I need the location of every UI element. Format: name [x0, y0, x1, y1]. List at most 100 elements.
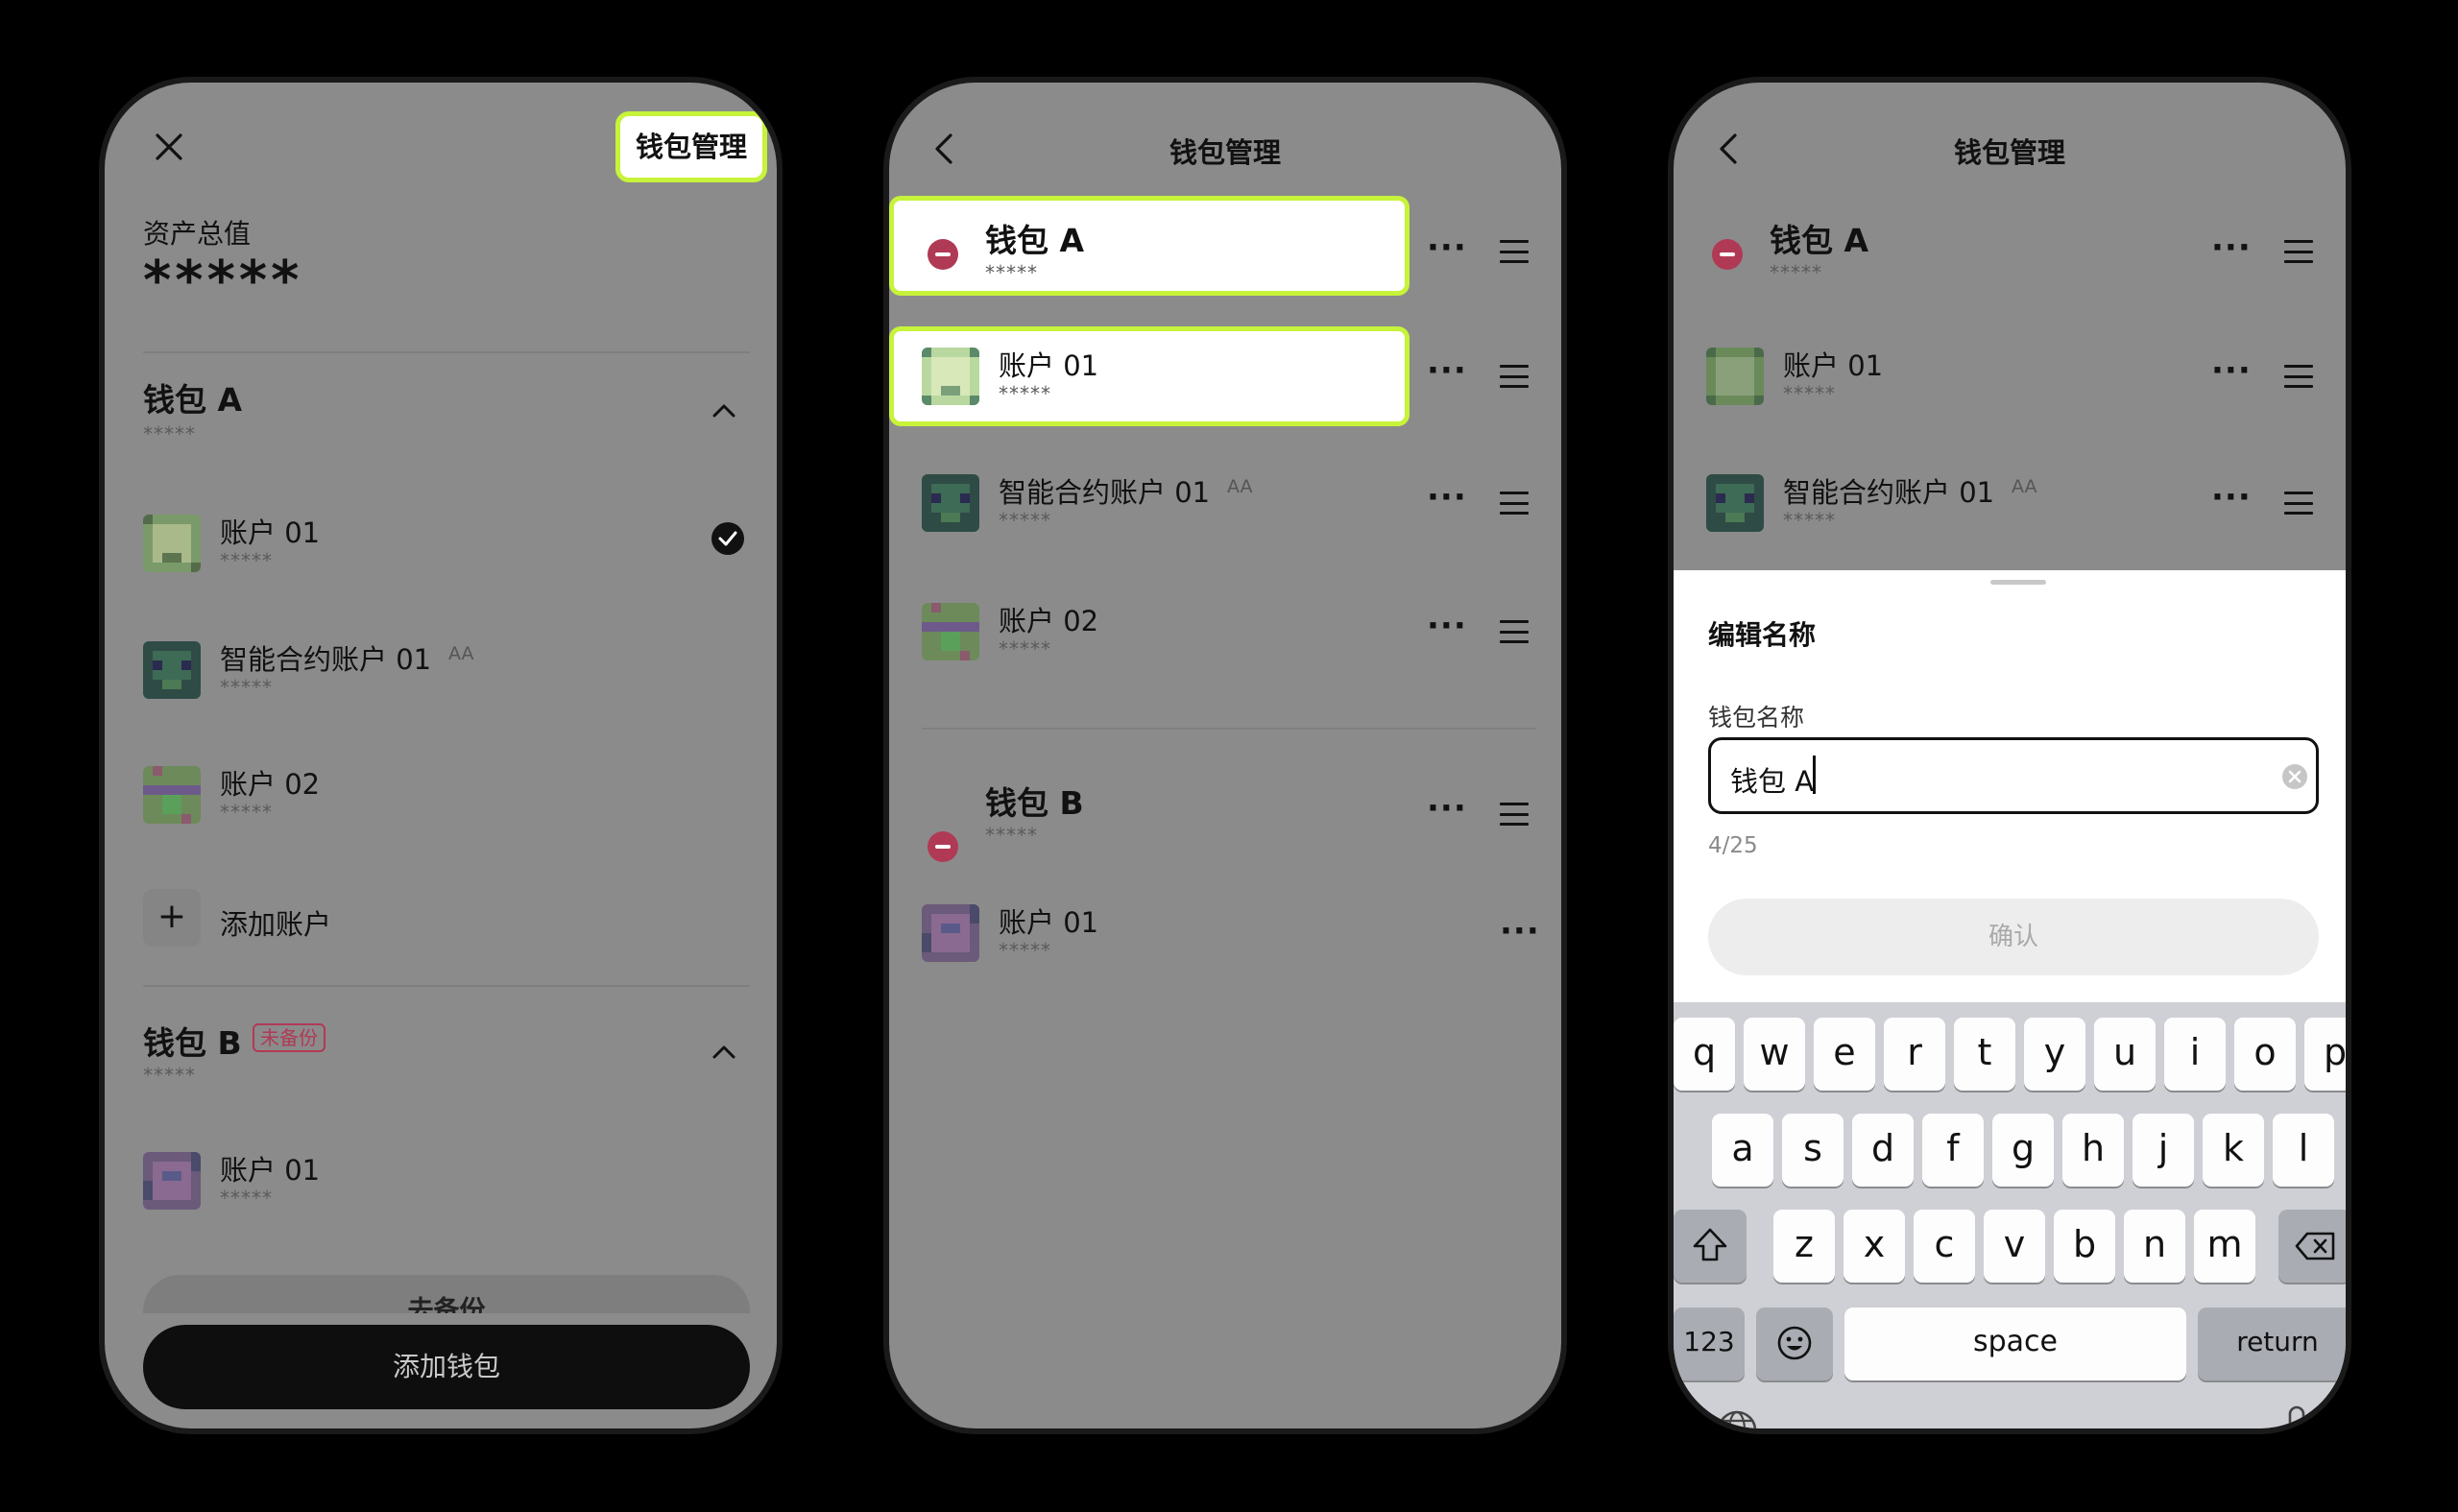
key-t[interactable]: t: [1954, 1018, 2015, 1091]
key-a[interactable]: a: [1712, 1114, 1773, 1187]
drag-handle-icon[interactable]: [1500, 803, 1529, 826]
account-mask: *****: [999, 509, 1051, 532]
more-dots-icon[interactable]: ···: [2211, 478, 2252, 516]
key-j[interactable]: j: [2133, 1114, 2194, 1187]
backup-button[interactable]: 去备份: [143, 1275, 750, 1313]
account-row[interactable]: 账户 02 *****: [105, 739, 777, 845]
key-f[interactable]: f: [1922, 1114, 1984, 1187]
sheet-grabber[interactable]: [1990, 580, 2046, 585]
numbers-key[interactable]: 123: [1674, 1308, 1745, 1380]
account-row[interactable]: 账户 01 *****: [105, 1129, 777, 1235]
more-dots-icon[interactable]: ···: [1427, 228, 1467, 267]
total-assets-label: 资产总值: [143, 218, 252, 250]
wallet-name-input[interactable]: 钱包 A: [1708, 737, 2319, 814]
key-g[interactable]: g: [1992, 1114, 2054, 1187]
account-mask: *****: [999, 939, 1051, 962]
key-w[interactable]: w: [1744, 1018, 1805, 1091]
key-l[interactable]: l: [2273, 1114, 2334, 1187]
key-z[interactable]: z: [1773, 1210, 1835, 1283]
globe-icon[interactable]: [1716, 1409, 1758, 1434]
account-avatar: [1706, 474, 1764, 532]
more-dots-icon[interactable]: ···: [2211, 351, 2252, 390]
account-avatar: [1706, 348, 1764, 405]
key-v[interactable]: v: [1984, 1210, 2045, 1283]
more-dots-icon[interactable]: ···: [2211, 228, 2252, 267]
account-name: 智能合约账户 01: [220, 643, 432, 676]
add-wallet-button[interactable]: 添加钱包: [143, 1325, 750, 1409]
space-key[interactable]: space: [1844, 1308, 2186, 1380]
account-avatar: [922, 348, 979, 405]
more-dots-icon[interactable]: ···: [1427, 789, 1467, 828]
more-dots-icon[interactable]: ···: [1427, 478, 1467, 516]
divider: [143, 351, 750, 353]
remove-circle-icon[interactable]: [1712, 239, 1743, 270]
drag-handle-icon[interactable]: [1500, 365, 1529, 388]
confirm-button[interactable]: 确认: [1708, 899, 2319, 975]
account-name: 账户 02: [999, 605, 1099, 637]
key-q[interactable]: q: [1674, 1018, 1735, 1091]
drag-handle-icon[interactable]: [2284, 365, 2313, 388]
account-mask: *****: [999, 637, 1051, 660]
wallet-b-mask: *****: [143, 1064, 196, 1087]
account-mask: *****: [1783, 382, 1836, 405]
return-key[interactable]: return: [2198, 1308, 2346, 1380]
clear-input-icon[interactable]: [2281, 763, 2308, 790]
key-u[interactable]: u: [2094, 1018, 2156, 1091]
more-dots-icon[interactable]: ···: [1427, 607, 1467, 645]
key-b[interactable]: b: [2054, 1210, 2115, 1283]
chevron-up-icon[interactable]: [711, 1044, 736, 1060]
key-r[interactable]: r: [1884, 1018, 1945, 1091]
key-c[interactable]: c: [1914, 1210, 1975, 1283]
account-avatar: [922, 904, 979, 962]
key-h[interactable]: h: [2062, 1114, 2124, 1187]
account-row[interactable]: 账户 01 *****: [105, 486, 777, 591]
drag-handle-icon[interactable]: [2284, 240, 2313, 263]
emoji-icon: [1777, 1326, 1812, 1360]
key-m[interactable]: m: [2194, 1210, 2255, 1283]
emoji-key[interactable]: [1756, 1308, 1833, 1380]
key-p[interactable]: p: [2304, 1018, 2346, 1091]
add-account-button[interactable]: + 添加账户: [105, 879, 777, 956]
backspace-key[interactable]: [2278, 1210, 2346, 1283]
account-avatar: [143, 766, 201, 824]
total-assets-value: *****: [143, 250, 303, 312]
key-x[interactable]: x: [1844, 1210, 1905, 1283]
key-n[interactable]: n: [2124, 1210, 2185, 1283]
close-icon[interactable]: [155, 132, 183, 161]
shift-key[interactable]: [1674, 1210, 1747, 1283]
key-o[interactable]: o: [2234, 1018, 2296, 1091]
key-e[interactable]: e: [1814, 1018, 1875, 1091]
mic-icon[interactable]: [2284, 1405, 2309, 1434]
wallet-manage-button[interactable]: 钱包管理: [615, 111, 767, 182]
account-avatar: [143, 641, 201, 699]
aa-tag: AA: [448, 643, 474, 664]
drag-handle-icon[interactable]: [1500, 492, 1529, 515]
key-i[interactable]: i: [2164, 1018, 2226, 1091]
wallet-a-title: 钱包 A: [985, 222, 1085, 259]
key-y[interactable]: y: [2024, 1018, 2085, 1091]
page-title: 钱包管理: [1953, 136, 2065, 169]
key-d[interactable]: d: [1852, 1114, 1914, 1187]
account-avatar: [143, 515, 201, 572]
account-mask: *****: [1783, 509, 1836, 532]
wallet-a-name-highlight[interactable]: [889, 196, 1410, 296]
field-label: 钱包名称: [1708, 704, 1805, 732]
chevron-up-icon[interactable]: [711, 403, 736, 419]
backspace-icon: [2295, 1232, 2335, 1260]
remove-circle-icon[interactable]: [928, 239, 958, 270]
remove-circle-icon[interactable]: [928, 831, 958, 862]
key-s[interactable]: s: [1782, 1114, 1844, 1187]
key-k[interactable]: k: [2203, 1114, 2264, 1187]
account-name: 账户 01: [220, 1154, 321, 1187]
account-row[interactable]: 智能合约账户 01 AA *****: [105, 611, 777, 716]
account-mask: *****: [999, 382, 1051, 405]
drag-handle-icon[interactable]: [1500, 620, 1529, 643]
wallet-a-mask: *****: [1770, 261, 1822, 284]
plus-icon: +: [143, 889, 201, 947]
drag-handle-icon[interactable]: [1500, 240, 1529, 263]
more-dots-icon[interactable]: ···: [1427, 351, 1467, 390]
drag-handle-icon[interactable]: [2284, 492, 2313, 515]
page-title: 钱包管理: [1169, 136, 1281, 169]
more-dots-icon[interactable]: ···: [1500, 912, 1540, 950]
keyboard: qwertyuiop asdfghjkl zxcvbnm 123 space r…: [1674, 1002, 2346, 1434]
